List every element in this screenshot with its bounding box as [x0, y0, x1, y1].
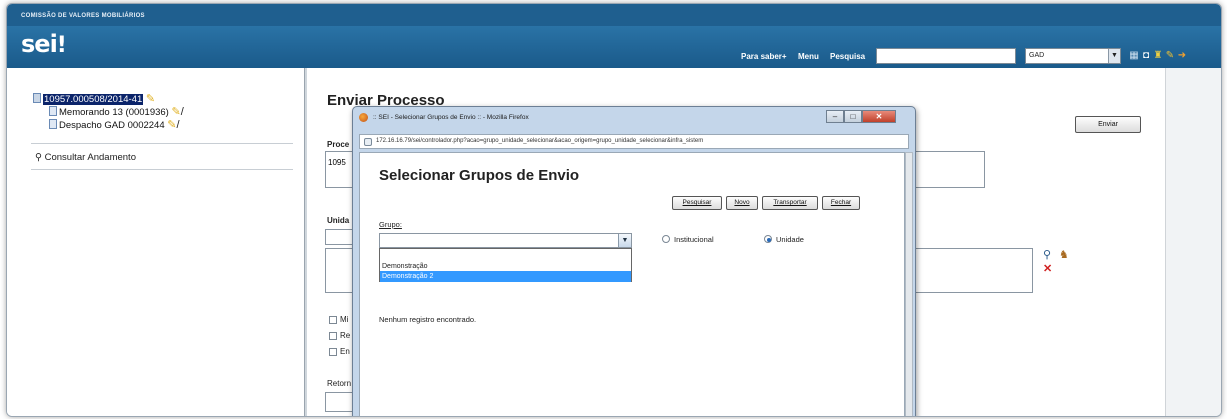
- process-number[interactable]: 10957.000508/2014-41: [43, 94, 144, 105]
- pencil-icon[interactable]: ✎: [1165, 50, 1175, 62]
- firefox-icon: [359, 113, 368, 122]
- unidade-radio[interactable]: [764, 235, 772, 243]
- divider: [31, 143, 293, 144]
- transportar-button[interactable]: Transportar: [762, 196, 818, 210]
- folder-icon: [33, 93, 41, 103]
- unit-select[interactable]: GAD ▼: [1025, 48, 1121, 64]
- remove-icon[interactable]: ✕: [1043, 262, 1052, 275]
- tree-item-label[interactable]: Memorando 13 (0001936): [59, 107, 169, 118]
- sei-logo[interactable]: sei!: [21, 30, 67, 58]
- chevron-down-icon[interactable]: ▼: [618, 234, 631, 247]
- unidade-label[interactable]: Unidade: [776, 235, 804, 244]
- app-header: sei! Para saber+ Menu Pesquisa GAD ▼ ▦ ◘…: [7, 26, 1221, 68]
- scrollbar[interactable]: [1165, 68, 1221, 416]
- retorno-label: Retorn: [327, 379, 352, 388]
- popup-scrollbar[interactable]: [905, 152, 913, 416]
- exit-icon[interactable]: ➜: [1177, 50, 1187, 62]
- checkbox[interactable]: [329, 348, 337, 356]
- site-icon: [364, 138, 372, 146]
- process-number-partial: 1095: [328, 158, 346, 167]
- popup-heading: Selecionar Grupos de Envio: [379, 167, 580, 184]
- url-text: 172.16.16.79/sei/controlador.php?acao=gr…: [376, 138, 704, 144]
- url-bar[interactable]: 172.16.16.79/sei/controlador.php?acao=gr…: [359, 134, 909, 149]
- tree-item[interactable]: Despacho GAD 0002244 ✎/: [33, 118, 184, 131]
- search-input[interactable]: [876, 48, 1016, 64]
- checkbox-label: En: [340, 347, 350, 356]
- window-icon[interactable]: ◘: [1141, 50, 1151, 62]
- process-tree-pane: 10957.000508/2014-41 ✎ Memorando 13 (000…: [7, 68, 305, 416]
- pen-icon[interactable]: /: [181, 106, 184, 118]
- grid-icon[interactable]: ▦: [1129, 50, 1139, 62]
- unidades-label: Unida: [327, 216, 350, 225]
- popup-window: :: SEI - Selecionar Grupos de Envio :: -…: [352, 106, 916, 416]
- institucional-radio[interactable]: [662, 235, 670, 243]
- menu-link[interactable]: Menu: [798, 52, 819, 61]
- enviar-button[interactable]: Enviar: [1075, 116, 1141, 133]
- org-name: COMISSÃO DE VALORES MOBILIÁRIOS: [21, 13, 145, 19]
- popup-content: Selecionar Grupos de Envio Pesquisar Nov…: [359, 152, 905, 416]
- org-bar: COMISSÃO DE VALORES MOBILIÁRIOS: [7, 4, 1221, 26]
- pencil-icon[interactable]: ✎: [167, 119, 176, 131]
- checkbox[interactable]: [329, 316, 337, 324]
- chevron-down-icon[interactable]: ▼: [1108, 49, 1120, 63]
- group-icon[interactable]: ♞: [1059, 248, 1069, 261]
- pen-icon[interactable]: /: [177, 119, 180, 131]
- popup-titlebar[interactable]: :: SEI - Selecionar Grupos de Envio :: -…: [353, 107, 915, 129]
- document-icon: [49, 106, 57, 116]
- search-icon[interactable]: ⚲: [1043, 248, 1051, 261]
- pane-splitter[interactable]: [304, 68, 307, 416]
- popup-title: :: SEI - Selecionar Grupos de Envio :: -…: [373, 114, 529, 121]
- tree-process-node[interactable]: 10957.000508/2014-41 ✎: [33, 92, 184, 105]
- dropdown-option-selected[interactable]: Demonstração 2: [380, 271, 631, 282]
- close-button[interactable]: ✕: [862, 110, 896, 123]
- fechar-button[interactable]: Fechar: [822, 196, 860, 210]
- user-icon[interactable]: ♜: [1153, 50, 1163, 62]
- checkbox-label: Re: [340, 331, 351, 340]
- para-saber-link[interactable]: Para saber+: [741, 52, 787, 61]
- pencil-icon[interactable]: ✎: [172, 106, 181, 118]
- pencil-icon[interactable]: ✎: [146, 93, 155, 105]
- document-icon: [49, 119, 57, 129]
- search-icon: ⚲: [35, 152, 42, 163]
- checkbox[interactable]: [329, 332, 337, 340]
- grupo-select[interactable]: ▼: [379, 233, 632, 248]
- novo-button[interactable]: Novo: [726, 196, 758, 210]
- minimize-button[interactable]: –: [826, 110, 844, 123]
- processos-label: Proce: [327, 140, 350, 149]
- divider: [31, 169, 293, 170]
- checkbox-label: Mi: [340, 315, 349, 324]
- maximize-button[interactable]: □: [844, 110, 862, 123]
- consultar-andamento-link[interactable]: ⚲ Consultar Andamento: [35, 152, 136, 163]
- tree-item[interactable]: Memorando 13 (0001936) ✎/: [33, 105, 184, 118]
- pesquisar-button[interactable]: Pesquisar: [672, 196, 722, 210]
- process-tree: 10957.000508/2014-41 ✎ Memorando 13 (000…: [33, 92, 184, 131]
- grupo-dropdown-list[interactable]: Demonstração Demonstração 2: [379, 248, 632, 282]
- grupo-label: Grupo:: [379, 220, 402, 229]
- empty-message: Nenhum registro encontrado.: [379, 315, 477, 324]
- dropdown-option-empty[interactable]: [380, 249, 631, 261]
- institucional-label[interactable]: Institucional: [674, 235, 714, 244]
- tree-item-label[interactable]: Despacho GAD 0002244: [59, 120, 165, 131]
- pesquisa-link[interactable]: Pesquisa: [830, 52, 865, 61]
- browser-screen: COMISSÃO DE VALORES MOBILIÁRIOS sei! Par…: [6, 3, 1222, 417]
